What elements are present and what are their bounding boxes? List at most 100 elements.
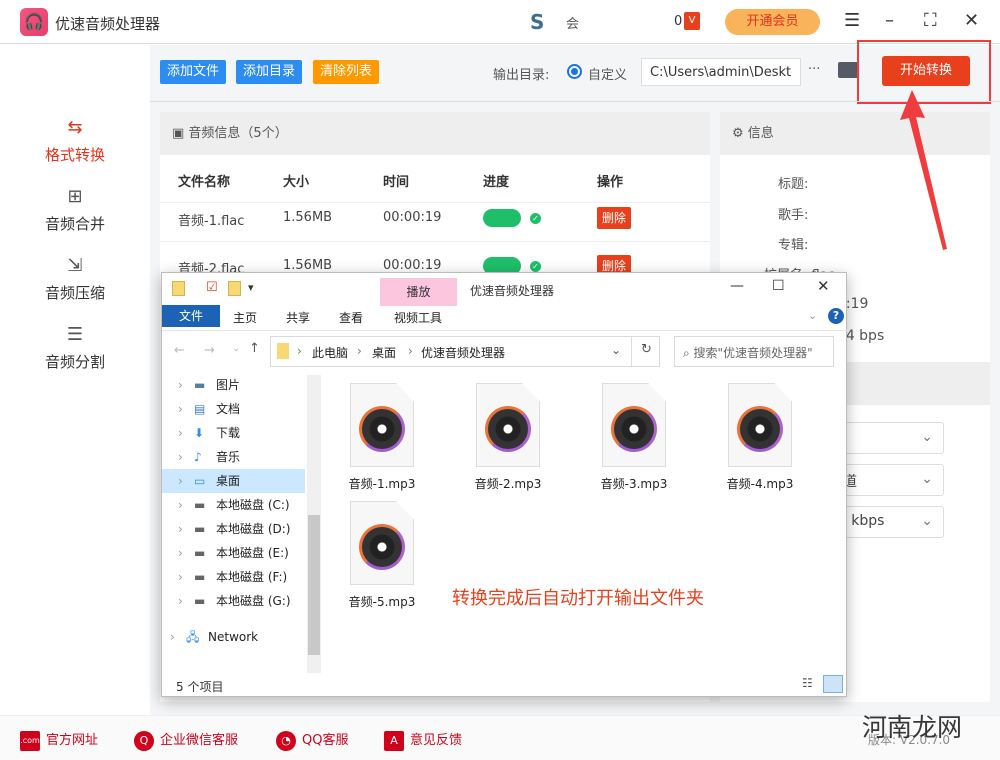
chevron-down-icon: ⌄ [921,471,933,487]
chevron-right-icon: › [178,594,183,608]
scrollbar[interactable] [307,375,321,673]
folder-icon[interactable] [838,62,858,78]
recent-dropdown-icon[interactable]: ⌄ [232,343,240,354]
nav-label: 本地磁盘 (C:) [216,498,290,512]
watermark: 河南龙网 [862,713,963,742]
file-item[interactable]: 音频-1.mp3 [332,383,432,492]
refresh-icon[interactable]: ↻ [641,342,652,357]
audio-file-icon [728,383,792,467]
file-item[interactable]: 音频-2.mp3 [458,383,558,492]
nav-icon: ♪ [194,450,202,464]
folder-icon[interactable] [172,281,185,296]
nav-icon: ▤ [194,402,206,416]
nav-item[interactable]: › ▬ 图片 [162,373,305,397]
ribbon-tab-file[interactable]: 文件 [162,305,220,327]
add-directory-button[interactable]: 添加目录 [236,60,303,84]
wechat-support-link[interactable]: Q 企业微信客服 [134,729,238,751]
file-name: 音频-5.mp3 [348,595,416,609]
sidebar-item-compress[interactable]: ⇲ 音频压缩 [0,255,150,303]
up-icon[interactable]: ↑ [249,341,260,356]
details-view-icon[interactable]: ☷ [802,676,813,690]
chevron-down-icon[interactable]: ⌄ [611,343,621,357]
forward-icon[interactable]: → [204,343,215,358]
nav-label: 图片 [216,378,241,392]
close-icon[interactable]: ✕ [964,10,979,31]
sidebar-item-label: 音频压缩 [44,284,105,302]
new-folder-icon[interactable] [228,281,241,296]
nav-label: 音乐 [216,450,241,464]
merge-icon: ⊞ [67,186,83,207]
add-file-button[interactable]: 添加文件 [160,60,227,84]
sidebar-item-label: 音频合并 [44,215,105,233]
minimize-icon[interactable]: — [730,278,744,294]
sidebar-item-format-convert[interactable]: ⇆ 格式转换 [0,117,150,165]
check-icon: ✓ [530,261,541,272]
close-icon[interactable]: ✕ [817,277,830,295]
address-bar[interactable]: › 此电脑 › 桌面 › 优速音频处理器 ⌄ ↻ [270,336,660,367]
navigation-pane: › ▬ 图片 › ▤ 文档 › ⬇ 下载 › ♪ 音乐 › ▭ 桌面 › ▬ 本地磁盘 (C:) › ▬ 本地磁盘 (D… [162,373,322,673]
sidebar-item-label: 音频分割 [44,353,105,371]
nav-item[interactable]: › ⬇ 下载 [162,421,305,445]
nav-icon: ▬ [194,522,206,536]
open-vip-button[interactable]: 开通会员 [725,9,820,35]
back-icon[interactable]: ← [174,343,185,358]
sidebar-item-merge[interactable]: ⊞ 音频合并 [0,186,150,234]
ribbon-tab-video-tools[interactable]: 视频工具 [394,309,442,326]
official-site-link[interactable]: .com 官方网址 [20,729,98,751]
folder-icon [277,343,289,359]
nav-label: 桌面 [216,474,241,488]
nav-icon: ⬇ [194,426,205,440]
audio-file-icon [476,383,540,467]
nav-label: 下载 [216,426,241,440]
feedback-link[interactable]: A 意见反馈 [384,729,462,751]
help-icon[interactable]: ? [828,308,844,324]
file-size: 1.56MB [283,210,333,225]
nav-item[interactable]: › ▭ 桌面 [162,469,305,493]
file-item[interactable]: 音频-5.mp3 [332,501,432,610]
fullscreen-icon[interactable]: ⛶ [924,10,937,31]
nav-item[interactable]: › ♪ 音乐 [162,445,305,469]
nav-label: Network [208,630,259,644]
wechat-icon: Q [134,730,154,751]
breadcrumb-item[interactable]: 优速音频处理器 [421,344,505,361]
qq-support-link[interactable]: ◔ QQ客服 [276,729,348,751]
member-text[interactable]: 会 [566,13,579,32]
context-tab-play[interactable]: 播放 [380,278,457,306]
nav-icon: ▬ [194,546,206,560]
properties-icon[interactable]: ☑ [206,280,218,295]
nav-item[interactable]: › 🖧 Network [162,625,305,649]
delete-button[interactable]: 删除 [597,207,632,229]
output-path-input[interactable] [641,58,801,86]
title-bar: 🎧 优速音频处理器 S 会 0 V 开通会员 ☰ – ⛶ ✕ [0,0,1000,44]
nav-item[interactable]: › ▬ 本地磁盘 (D:) [162,517,305,541]
custom-radio[interactable] [567,64,582,79]
ribbon-tab-view[interactable]: 查看 [339,309,363,326]
chevron-right-icon: › [178,474,183,488]
nav-item[interactable]: › ▬ 本地磁盘 (C:) [162,493,305,517]
chevron-right-icon: › [178,402,183,416]
breadcrumb-item[interactable]: 桌面 [372,344,396,361]
file-item[interactable]: 音频-4.mp3 [710,383,810,492]
search-input[interactable]: ⌕ 搜索"优速音频处理器" [674,336,834,367]
audio-file-icon [350,383,414,467]
minimize-icon[interactable]: – [885,10,894,31]
breadcrumb-item[interactable]: 此电脑 [312,344,348,361]
ribbon-tab-home[interactable]: 主页 [233,309,257,326]
maximize-icon[interactable]: ☐ [772,278,785,294]
expand-ribbon-icon[interactable]: ⌄ [808,309,817,322]
customize-dropdown-icon[interactable]: ▾ [248,281,254,294]
nav-label: 文档 [216,402,241,416]
nav-item[interactable]: › ▤ 文档 [162,397,305,421]
nav-item[interactable]: › ▬ 本地磁盘 (F:) [162,565,305,589]
clear-list-button[interactable]: 清除列表 [313,60,380,84]
file-item[interactable]: 音频-3.mp3 [584,383,684,492]
large-icons-view-icon[interactable] [823,675,843,693]
more-button[interactable]: ··· [808,62,820,77]
menu-icon[interactable]: ☰ [844,10,860,31]
ribbon-tab-share[interactable]: 共享 [286,309,310,326]
nav-item[interactable]: › ▬ 本地磁盘 (G:) [162,589,305,613]
sidebar-item-split[interactable]: ☰ 音频分割 [0,324,150,372]
file-name: 音频-1.mp3 [348,477,416,491]
convert-icon: ⇆ [67,117,83,138]
nav-item[interactable]: › ▬ 本地磁盘 (E:) [162,541,305,565]
